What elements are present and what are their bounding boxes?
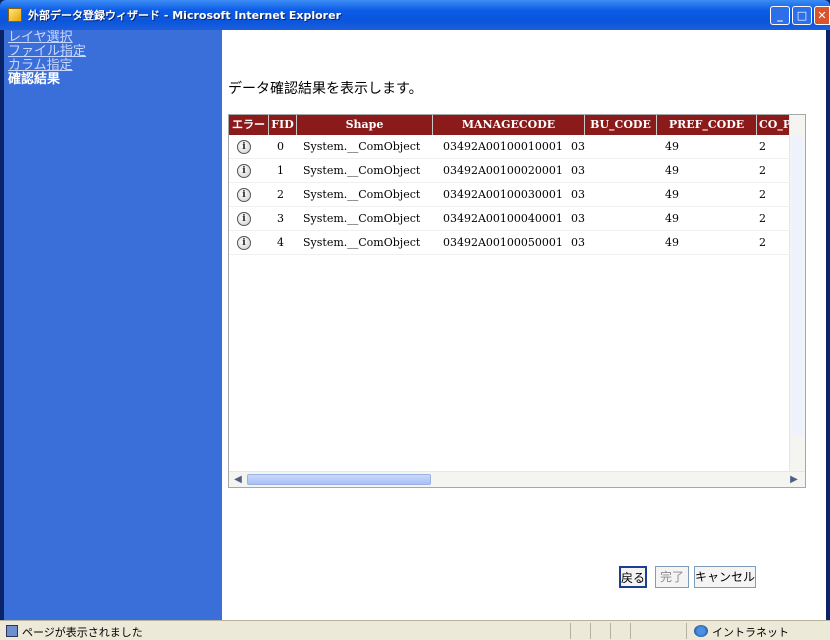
status-divider <box>570 623 571 639</box>
column-header-fid[interactable]: FID <box>269 115 297 135</box>
ie-app-icon <box>8 8 22 22</box>
result-message: データ確認結果を表示します。 <box>228 81 423 97</box>
cell-bu-code: 03 <box>571 164 585 177</box>
cell-shape: System.__ComObject <box>303 140 421 153</box>
cell-managecode: 03492A00100010001 <box>443 140 563 153</box>
column-header-shape[interactable]: Shape <box>297 115 433 135</box>
status-divider <box>610 623 611 639</box>
nav-item-layer-select[interactable]: レイヤ選択 <box>8 31 73 45</box>
page-content: レイヤ選択 ファイル指定 カラム指定 確認結果 データ確認結果を表示します。 エ… <box>4 30 826 620</box>
maximize-button[interactable]: □ <box>792 6 812 25</box>
cell-fid: 0 <box>277 140 284 153</box>
nav-item-file-select[interactable]: ファイル指定 <box>8 45 86 59</box>
table-row[interactable]: i 3 System.__ComObject 03492A00100040001… <box>229 207 791 231</box>
cell-bu-code: 03 <box>571 140 585 153</box>
vertical-scrollbar[interactable] <box>789 115 805 471</box>
column-header-managecode[interactable]: MANAGECODE <box>433 115 585 135</box>
cell-managecode: 03492A00100030001 <box>443 188 563 201</box>
column-header-error[interactable]: エラー <box>229 115 269 135</box>
status-divider <box>686 623 687 639</box>
cell-fid: 3 <box>277 212 284 225</box>
scroll-left-arrow-icon[interactable]: ◀ <box>231 473 245 486</box>
security-zone-label: イントラネット <box>712 626 789 639</box>
cell-fid: 4 <box>277 236 284 249</box>
table-row[interactable]: i 1 System.__ComObject 03492A00100020001… <box>229 159 791 183</box>
status-divider <box>630 623 631 639</box>
info-icon[interactable]: i <box>237 236 251 250</box>
finish-button[interactable]: 完了 <box>655 566 689 588</box>
nav-item-confirm-result: 確認結果 <box>8 72 61 87</box>
table-row[interactable]: i 0 System.__ComObject 03492A00100010001… <box>229 135 791 159</box>
wizard-step-nav: レイヤ選択 ファイル指定 カラム指定 確認結果 <box>4 30 222 620</box>
info-icon[interactable]: i <box>237 164 251 178</box>
column-header-pref-code[interactable]: PREF_CODE <box>657 115 757 135</box>
status-divider <box>590 623 591 639</box>
title-bar[interactable]: 外部データ登録ウィザード - Microsoft Internet Explor… <box>0 0 830 30</box>
vertical-scroll-thumb[interactable] <box>792 135 803 435</box>
cell-managecode: 03492A00100020001 <box>443 164 563 177</box>
nav-item-column-select[interactable]: カラム指定 <box>8 59 73 73</box>
cell-fid: 1 <box>277 164 284 177</box>
info-icon[interactable]: i <box>237 212 251 226</box>
cell-managecode: 03492A00100050001 <box>443 236 563 249</box>
cell-co-p: 2 <box>759 236 766 249</box>
cell-co-p: 2 <box>759 212 766 225</box>
window-title: 外部データ登録ウィザード - Microsoft Internet Explor… <box>28 9 341 22</box>
info-icon[interactable]: i <box>237 188 251 202</box>
cell-managecode: 03492A00100040001 <box>443 212 563 225</box>
table-row[interactable]: i 2 System.__ComObject 03492A00100030001… <box>229 183 791 207</box>
intranet-zone-icon <box>694 625 708 637</box>
browser-window: 外部データ登録ウィザード - Microsoft Internet Explor… <box>0 0 830 640</box>
cell-fid: 2 <box>277 188 284 201</box>
grid-header: エラー FID Shape MANAGECODE BU_CODE PREF_CO… <box>229 115 791 135</box>
scroll-right-arrow-icon[interactable]: ▶ <box>787 473 801 486</box>
cell-shape: System.__ComObject <box>303 188 421 201</box>
horizontal-scrollbar[interactable]: ◀ ▶ <box>229 471 805 487</box>
close-button[interactable]: ✕ <box>814 6 830 25</box>
cell-co-p: 2 <box>759 188 766 201</box>
cell-pref-code: 49 <box>665 236 679 249</box>
cell-shape: System.__ComObject <box>303 212 421 225</box>
table-row[interactable]: i 4 System.__ComObject 03492A00100050001… <box>229 231 791 255</box>
column-header-co-p[interactable]: CO_P <box>757 115 791 135</box>
info-icon[interactable]: i <box>237 140 251 154</box>
minimize-button[interactable]: _ <box>770 6 790 25</box>
cell-shape: System.__ComObject <box>303 164 421 177</box>
status-bar: ページが表示されました イントラネット <box>0 620 830 640</box>
cell-pref-code: 49 <box>665 164 679 177</box>
column-header-bu-code[interactable]: BU_CODE <box>585 115 657 135</box>
cell-bu-code: 03 <box>571 188 585 201</box>
cell-co-p: 2 <box>759 140 766 153</box>
horizontal-scroll-thumb[interactable] <box>247 474 431 485</box>
status-text: ページが表示されました <box>22 626 143 639</box>
cell-co-p: 2 <box>759 164 766 177</box>
cell-pref-code: 49 <box>665 212 679 225</box>
cell-bu-code: 03 <box>571 236 585 249</box>
result-grid: エラー FID Shape MANAGECODE BU_CODE PREF_CO… <box>228 114 806 488</box>
cell-shape: System.__ComObject <box>303 236 421 249</box>
cell-pref-code: 49 <box>665 140 679 153</box>
page-icon <box>6 625 18 637</box>
cell-bu-code: 03 <box>571 212 585 225</box>
cell-pref-code: 49 <box>665 188 679 201</box>
cancel-button[interactable]: キャンセル <box>694 566 756 588</box>
back-button[interactable]: 戻る <box>619 566 647 588</box>
main-pane: データ確認結果を表示します。 エラー FID Shape MANAGECODE … <box>222 30 826 620</box>
